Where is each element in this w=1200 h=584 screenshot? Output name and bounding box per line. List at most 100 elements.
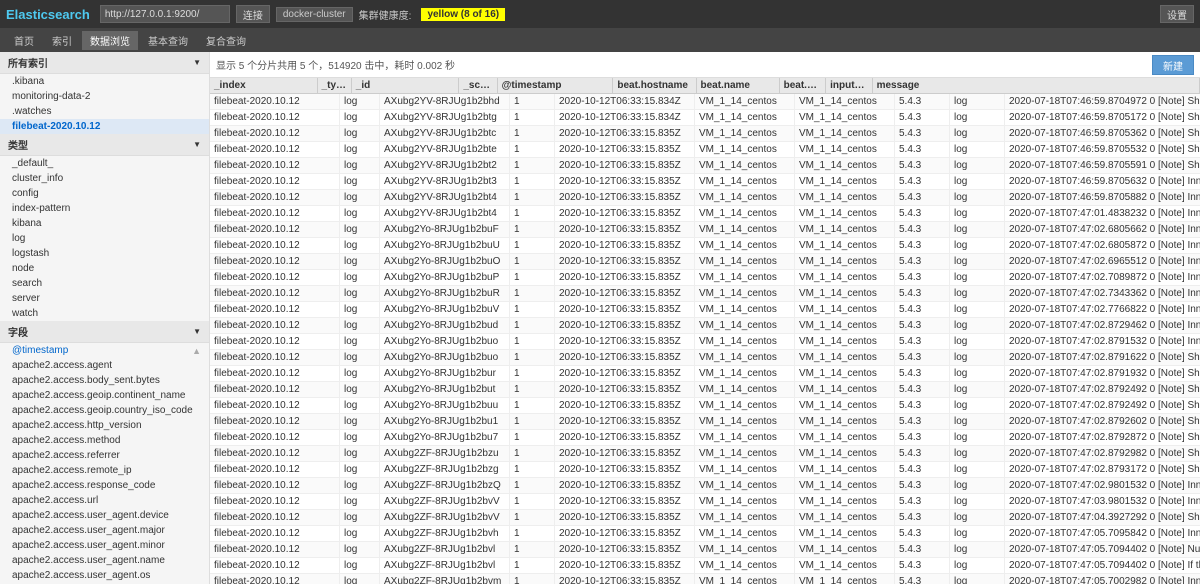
sidebar-field-country-iso[interactable]: apache2.access.geoip.country_iso_code xyxy=(0,403,209,418)
sidebar-field-ua-os[interactable]: apache2.access.user_agent.os xyxy=(0,568,209,583)
sidebar-type-node[interactable]: node xyxy=(0,261,209,276)
table-row[interactable]: filebeat-2020.10.12 log AXubg2YV-8RJUg1b… xyxy=(210,94,1200,110)
sidebar-field-ua-name[interactable]: apache2.access.user_agent.name xyxy=(0,553,209,568)
sidebar-type-index-pattern[interactable]: index-pattern xyxy=(0,201,209,216)
sidebar-field-continent[interactable]: apache2.access.geoip.continent_name xyxy=(0,388,209,403)
table-row[interactable]: filebeat-2020.10.12 log AXubg2YV-8RJUg1b… xyxy=(210,126,1200,142)
url-input[interactable] xyxy=(100,5,230,23)
th-beatversion[interactable]: beat.version xyxy=(780,78,826,93)
nav-home[interactable]: 首页 xyxy=(6,31,42,50)
td-hostname: VM_1_14_centos xyxy=(695,238,795,253)
sidebar-field-method[interactable]: apache2.access.method xyxy=(0,433,209,448)
th-message[interactable]: message xyxy=(873,78,1200,93)
sidebar-type-kibana[interactable]: kibana xyxy=(0,216,209,231)
table-row[interactable]: filebeat-2020.10.12 log AXubg2Yo-8RJUg1b… xyxy=(210,318,1200,334)
table-row[interactable]: filebeat-2020.10.12 log AXubg2Yo-8RJUg1b… xyxy=(210,270,1200,286)
sidebar-index-watches[interactable]: .watches xyxy=(0,104,209,119)
td-timestamp: 2020-10-12T06:33:15.835Z xyxy=(555,430,695,445)
sidebar-index-kibana[interactable]: .kibana xyxy=(0,74,209,89)
sidebar-type-server[interactable]: server xyxy=(0,291,209,306)
sidebar-field-remote-ip[interactable]: apache2.access.remote_ip xyxy=(0,463,209,478)
sidebar-type-watch[interactable]: watch xyxy=(0,306,209,321)
connect-button[interactable]: 连接 xyxy=(236,5,270,23)
table-row[interactable]: filebeat-2020.10.12 log AXubg2ZF-8RJUg1b… xyxy=(210,446,1200,462)
td-beatname: VM_1_14_centos xyxy=(795,510,895,525)
types-section[interactable]: 类型 ▼ xyxy=(0,134,209,156)
table-row[interactable]: filebeat-2020.10.12 log AXubg2Yo-8RJUg1b… xyxy=(210,366,1200,382)
table-row[interactable]: filebeat-2020.10.12 log AXubg2Yo-8RJUg1b… xyxy=(210,286,1200,302)
table-row[interactable]: filebeat-2020.10.12 log AXubg2YV-8RJUg1b… xyxy=(210,206,1200,222)
table-row[interactable]: filebeat-2020.10.12 log AXubg2ZF-8RJUg1b… xyxy=(210,542,1200,558)
sidebar-field-http-version[interactable]: apache2.access.http_version xyxy=(0,418,209,433)
sidebar-index-monitoring[interactable]: monitoring-data-2 xyxy=(0,89,209,104)
table-row[interactable]: filebeat-2020.10.12 log AXubg2Yo-8RJUg1b… xyxy=(210,238,1200,254)
sidebar-type-cluster-info[interactable]: cluster_info xyxy=(0,171,209,186)
td-id: AXubg2Yo-8RJUg1b2buo xyxy=(380,334,510,349)
sidebar-field-response-code[interactable]: apache2.access.response_code xyxy=(0,478,209,493)
sidebar-type-search[interactable]: search xyxy=(0,276,209,291)
sidebar-type-log[interactable]: log xyxy=(0,231,209,246)
table-row[interactable]: filebeat-2020.10.12 log AXubg2ZF-8RJUg1b… xyxy=(210,526,1200,542)
sidebar-field-ua-minor[interactable]: apache2.access.user_agent.minor xyxy=(0,538,209,553)
table-row[interactable]: filebeat-2020.10.12 log AXubg2Yo-8RJUg1b… xyxy=(210,222,1200,238)
table-row[interactable]: filebeat-2020.10.12 log AXubg2YV-8RJUg1b… xyxy=(210,110,1200,126)
td-score: 1 xyxy=(510,174,555,189)
td-beatname: VM_1_14_centos xyxy=(795,542,895,557)
indices-section[interactable]: 所有索引 ▼ xyxy=(0,52,209,74)
table-row[interactable]: filebeat-2020.10.12 log AXubg2YV-8RJUg1b… xyxy=(210,142,1200,158)
td-timestamp: 2020-10-12T06:33:15.835Z xyxy=(555,238,695,253)
sidebar-type-config[interactable]: config xyxy=(0,186,209,201)
td-type: log xyxy=(340,574,380,584)
table-row[interactable]: filebeat-2020.10.12 log AXubg2Yo-8RJUg1b… xyxy=(210,430,1200,446)
th-inputtype[interactable]: input_type xyxy=(826,78,872,93)
table-row[interactable]: filebeat-2020.10.12 log AXubg2ZF-8RJUg1b… xyxy=(210,462,1200,478)
table-row[interactable]: filebeat-2020.10.12 log AXubg2ZF-8RJUg1b… xyxy=(210,510,1200,526)
table-row[interactable]: filebeat-2020.10.12 log AXubg2Yo-8RJUg1b… xyxy=(210,414,1200,430)
table-row[interactable]: filebeat-2020.10.12 log AXubg2ZF-8RJUg1b… xyxy=(210,494,1200,510)
nav-index[interactable]: 索引 xyxy=(44,31,80,50)
nav-data-browse[interactable]: 数据浏览 xyxy=(82,31,138,50)
td-message: 2020-07-18T07:46:59.8705532 0 [Note] Shu… xyxy=(1005,142,1200,157)
table-row[interactable]: filebeat-2020.10.12 log AXubg2Yo-8RJUg1b… xyxy=(210,302,1200,318)
table-row[interactable]: filebeat-2020.10.12 log AXubg2Yo-8RJUg1b… xyxy=(210,382,1200,398)
td-index: filebeat-2020.10.12 xyxy=(210,142,340,157)
sidebar-field-ua-major[interactable]: apache2.access.user_agent.major xyxy=(0,523,209,538)
th-id[interactable]: _id xyxy=(352,78,460,93)
table-row[interactable]: filebeat-2020.10.12 log AXubg2Yo-8RJUg1b… xyxy=(210,254,1200,270)
th-index[interactable]: _index xyxy=(210,78,318,93)
settings-button[interactable]: 设置 xyxy=(1160,5,1194,23)
th-beatname[interactable]: beat.name xyxy=(697,78,780,93)
td-timestamp: 2020-10-12T06:33:15.835Z xyxy=(555,398,695,413)
nav-basic-query[interactable]: 基本查询 xyxy=(140,31,196,50)
td-message: 2020-07-18T07:47:05.7094402 0 [Note] If … xyxy=(1005,558,1200,573)
sidebar-field-referrer[interactable]: apache2.access.referrer xyxy=(0,448,209,463)
sidebar-field-url[interactable]: apache2.access.url xyxy=(0,493,209,508)
table-row[interactable]: filebeat-2020.10.12 log AXubg2ZF-8RJUg1b… xyxy=(210,558,1200,574)
sidebar-field-timestamp[interactable]: @timestamp ▲ xyxy=(0,343,209,358)
td-type: log xyxy=(340,126,380,141)
table-row[interactable]: filebeat-2020.10.12 log AXubg2Yo-8RJUg1b… xyxy=(210,334,1200,350)
sidebar-type-default[interactable]: _default_ xyxy=(0,156,209,171)
sidebar-field-body-sent[interactable]: apache2.access.body_sent.bytes xyxy=(0,373,209,388)
table-row[interactable]: filebeat-2020.10.12 log AXubg2YV-8RJUg1b… xyxy=(210,158,1200,174)
th-hostname[interactable]: beat.hostname xyxy=(613,78,696,93)
table-row[interactable]: filebeat-2020.10.12 log AXubg2ZF-8RJUg1b… xyxy=(210,574,1200,584)
table-row[interactable]: filebeat-2020.10.12 log AXubg2Yo-8RJUg1b… xyxy=(210,398,1200,414)
fields-section[interactable]: 字段 ▼ xyxy=(0,321,209,343)
table-row[interactable]: filebeat-2020.10.12 log AXubg2ZF-8RJUg1b… xyxy=(210,478,1200,494)
sidebar-index-filebeat[interactable]: filebeat-2020.10.12 xyxy=(0,119,209,134)
th-type[interactable]: _type xyxy=(318,78,352,93)
new-button[interactable]: 新建 xyxy=(1152,55,1194,75)
th-timestamp[interactable]: @timestamp xyxy=(498,78,614,93)
td-index: filebeat-2020.10.12 xyxy=(210,398,340,413)
sidebar-field-ua-device[interactable]: apache2.access.user_agent.device xyxy=(0,508,209,523)
td-index: filebeat-2020.10.12 xyxy=(210,494,340,509)
td-inputtype: log xyxy=(950,494,1005,509)
sidebar-field-agent[interactable]: apache2.access.agent xyxy=(0,358,209,373)
sidebar-type-logstash[interactable]: logstash xyxy=(0,246,209,261)
table-row[interactable]: filebeat-2020.10.12 log AXubg2Yo-8RJUg1b… xyxy=(210,350,1200,366)
nav-complex-query[interactable]: 复合查询 xyxy=(198,31,254,50)
table-row[interactable]: filebeat-2020.10.12 log AXubg2YV-8RJUg1b… xyxy=(210,190,1200,206)
th-score[interactable]: _score ▲ xyxy=(459,78,497,93)
table-row[interactable]: filebeat-2020.10.12 log AXubg2YV-8RJUg1b… xyxy=(210,174,1200,190)
